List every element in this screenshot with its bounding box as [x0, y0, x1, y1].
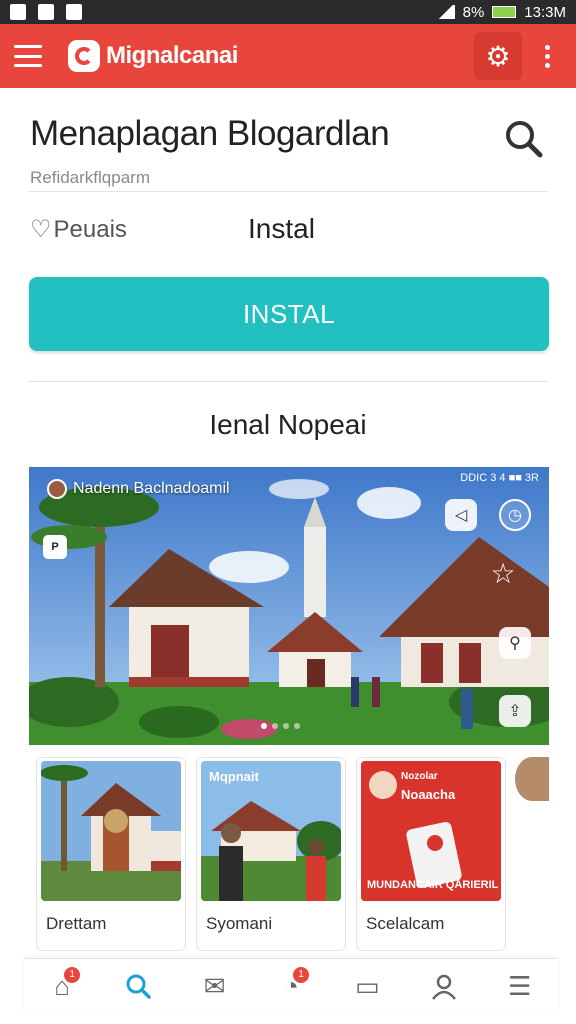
- menu-icon: ☰: [508, 971, 532, 1001]
- nav-chat[interactable]: ◔ 1: [267, 963, 315, 1011]
- card-image: Mqpnait: [201, 761, 341, 901]
- nav-home[interactable]: ⌂ 1: [38, 963, 86, 1011]
- search-icon: [126, 974, 152, 999]
- card-item[interactable]: Mqpnait Syomani: [196, 757, 346, 951]
- app-title: Mignalcanai: [106, 42, 238, 69]
- page-title: Menaplagan Blogardlan: [30, 114, 390, 153]
- notification-icon: [38, 4, 54, 20]
- nav-search[interactable]: [114, 963, 162, 1011]
- carousel-dots[interactable]: [261, 723, 300, 729]
- bottom-nav: ⌂ 1 ✉ ◔ 1 ▭ ☰: [24, 958, 558, 1014]
- section-title: Ienal Nopeai: [209, 409, 367, 440]
- battery-icon: [492, 6, 517, 18]
- avatar: [47, 479, 67, 499]
- more-vert-icon[interactable]: [532, 32, 562, 80]
- settings-button[interactable]: ⚙: [474, 32, 522, 80]
- install-button[interactable]: INSTAL: [29, 277, 549, 351]
- gallery-icon[interactable]: P: [43, 535, 67, 559]
- next-card-peek[interactable]: [515, 757, 549, 801]
- profile-icon: [431, 974, 456, 1000]
- share-icon[interactable]: ⇪: [499, 695, 531, 727]
- card-item[interactable]: Drettam: [36, 757, 186, 951]
- rating-text: Peuais: [53, 215, 127, 243]
- nav-mail[interactable]: ✉: [191, 963, 239, 1011]
- app-logo-icon: [68, 40, 100, 72]
- gear-icon: ⚙: [485, 40, 511, 72]
- nav-profile[interactable]: [420, 963, 468, 1011]
- card-label: Syomani: [206, 914, 273, 933]
- card-list: Drettam Mqpnait Syomani Nozolar Noaacha …: [29, 745, 549, 960]
- card-label: Scelalcam: [366, 914, 445, 933]
- hero-caption-text: Nadenn Baclnadoamil: [73, 480, 230, 497]
- hero-status-text: DDIC 3 4 ■■ 3R: [460, 472, 539, 484]
- nav-menu[interactable]: ☰: [496, 963, 544, 1011]
- rating-label: ♡ Peuais: [30, 215, 127, 244]
- heart-icon: ♡: [30, 216, 52, 243]
- location-icon[interactable]: ⚲: [499, 627, 531, 659]
- card-image: Nozolar Noaacha MUNDANCAIR QARIERIL: [361, 761, 501, 901]
- card-overlay-text: Nozolar: [401, 771, 438, 782]
- card-overlay-text: Noaacha: [401, 787, 456, 802]
- pin-icon[interactable]: ◁: [445, 499, 477, 531]
- card-item[interactable]: Nozolar Noaacha MUNDANCAIR QARIERIL Scel…: [356, 757, 506, 951]
- card-overlay-text: MUNDANCAIR QARIERIL: [367, 879, 499, 891]
- carousel-dot[interactable]: [294, 723, 300, 729]
- search-icon: [506, 121, 543, 158]
- card-label: Drettam: [46, 914, 107, 933]
- signal-icon: [436, 5, 455, 19]
- book-icon: ▭: [354, 971, 380, 1001]
- notification-icon: [10, 4, 26, 20]
- card-overlay-text: Mqpnait: [209, 769, 259, 784]
- status-bar: 8% 13:3M: [0, 0, 576, 24]
- battery-percent: 8%: [462, 3, 485, 21]
- divider: [28, 191, 548, 192]
- notification-badge: 1: [292, 966, 309, 983]
- menu-icon[interactable]: [14, 45, 42, 67]
- search-button[interactable]: [500, 116, 548, 164]
- star-icon[interactable]: ☆: [487, 557, 519, 589]
- carousel-dot[interactable]: [261, 723, 267, 729]
- carousel-dot[interactable]: [283, 723, 289, 729]
- nav-book[interactable]: ▭: [343, 963, 391, 1011]
- clock: 13:3M: [524, 3, 566, 21]
- carousel-dot[interactable]: [272, 723, 278, 729]
- app-brand: Mignalcanai: [68, 40, 238, 72]
- compass-icon[interactable]: ◷: [499, 499, 531, 531]
- divider: [28, 381, 548, 382]
- hero-caption: Nadenn Baclnadoamil: [47, 479, 230, 499]
- hero-carousel[interactable]: Nadenn Baclnadoamil DDIC 3 4 ■■ 3R P ◁ ◷…: [29, 467, 549, 745]
- notification-icon: [66, 4, 82, 20]
- page-subtitle: Refidarkflqparm: [30, 168, 150, 187]
- card-image: [41, 761, 181, 901]
- app-bar: Mignalcanai ⚙: [0, 24, 576, 88]
- install-label: Instal: [248, 213, 315, 244]
- mail-icon: ✉: [203, 971, 226, 1001]
- notification-badge: 1: [64, 966, 81, 983]
